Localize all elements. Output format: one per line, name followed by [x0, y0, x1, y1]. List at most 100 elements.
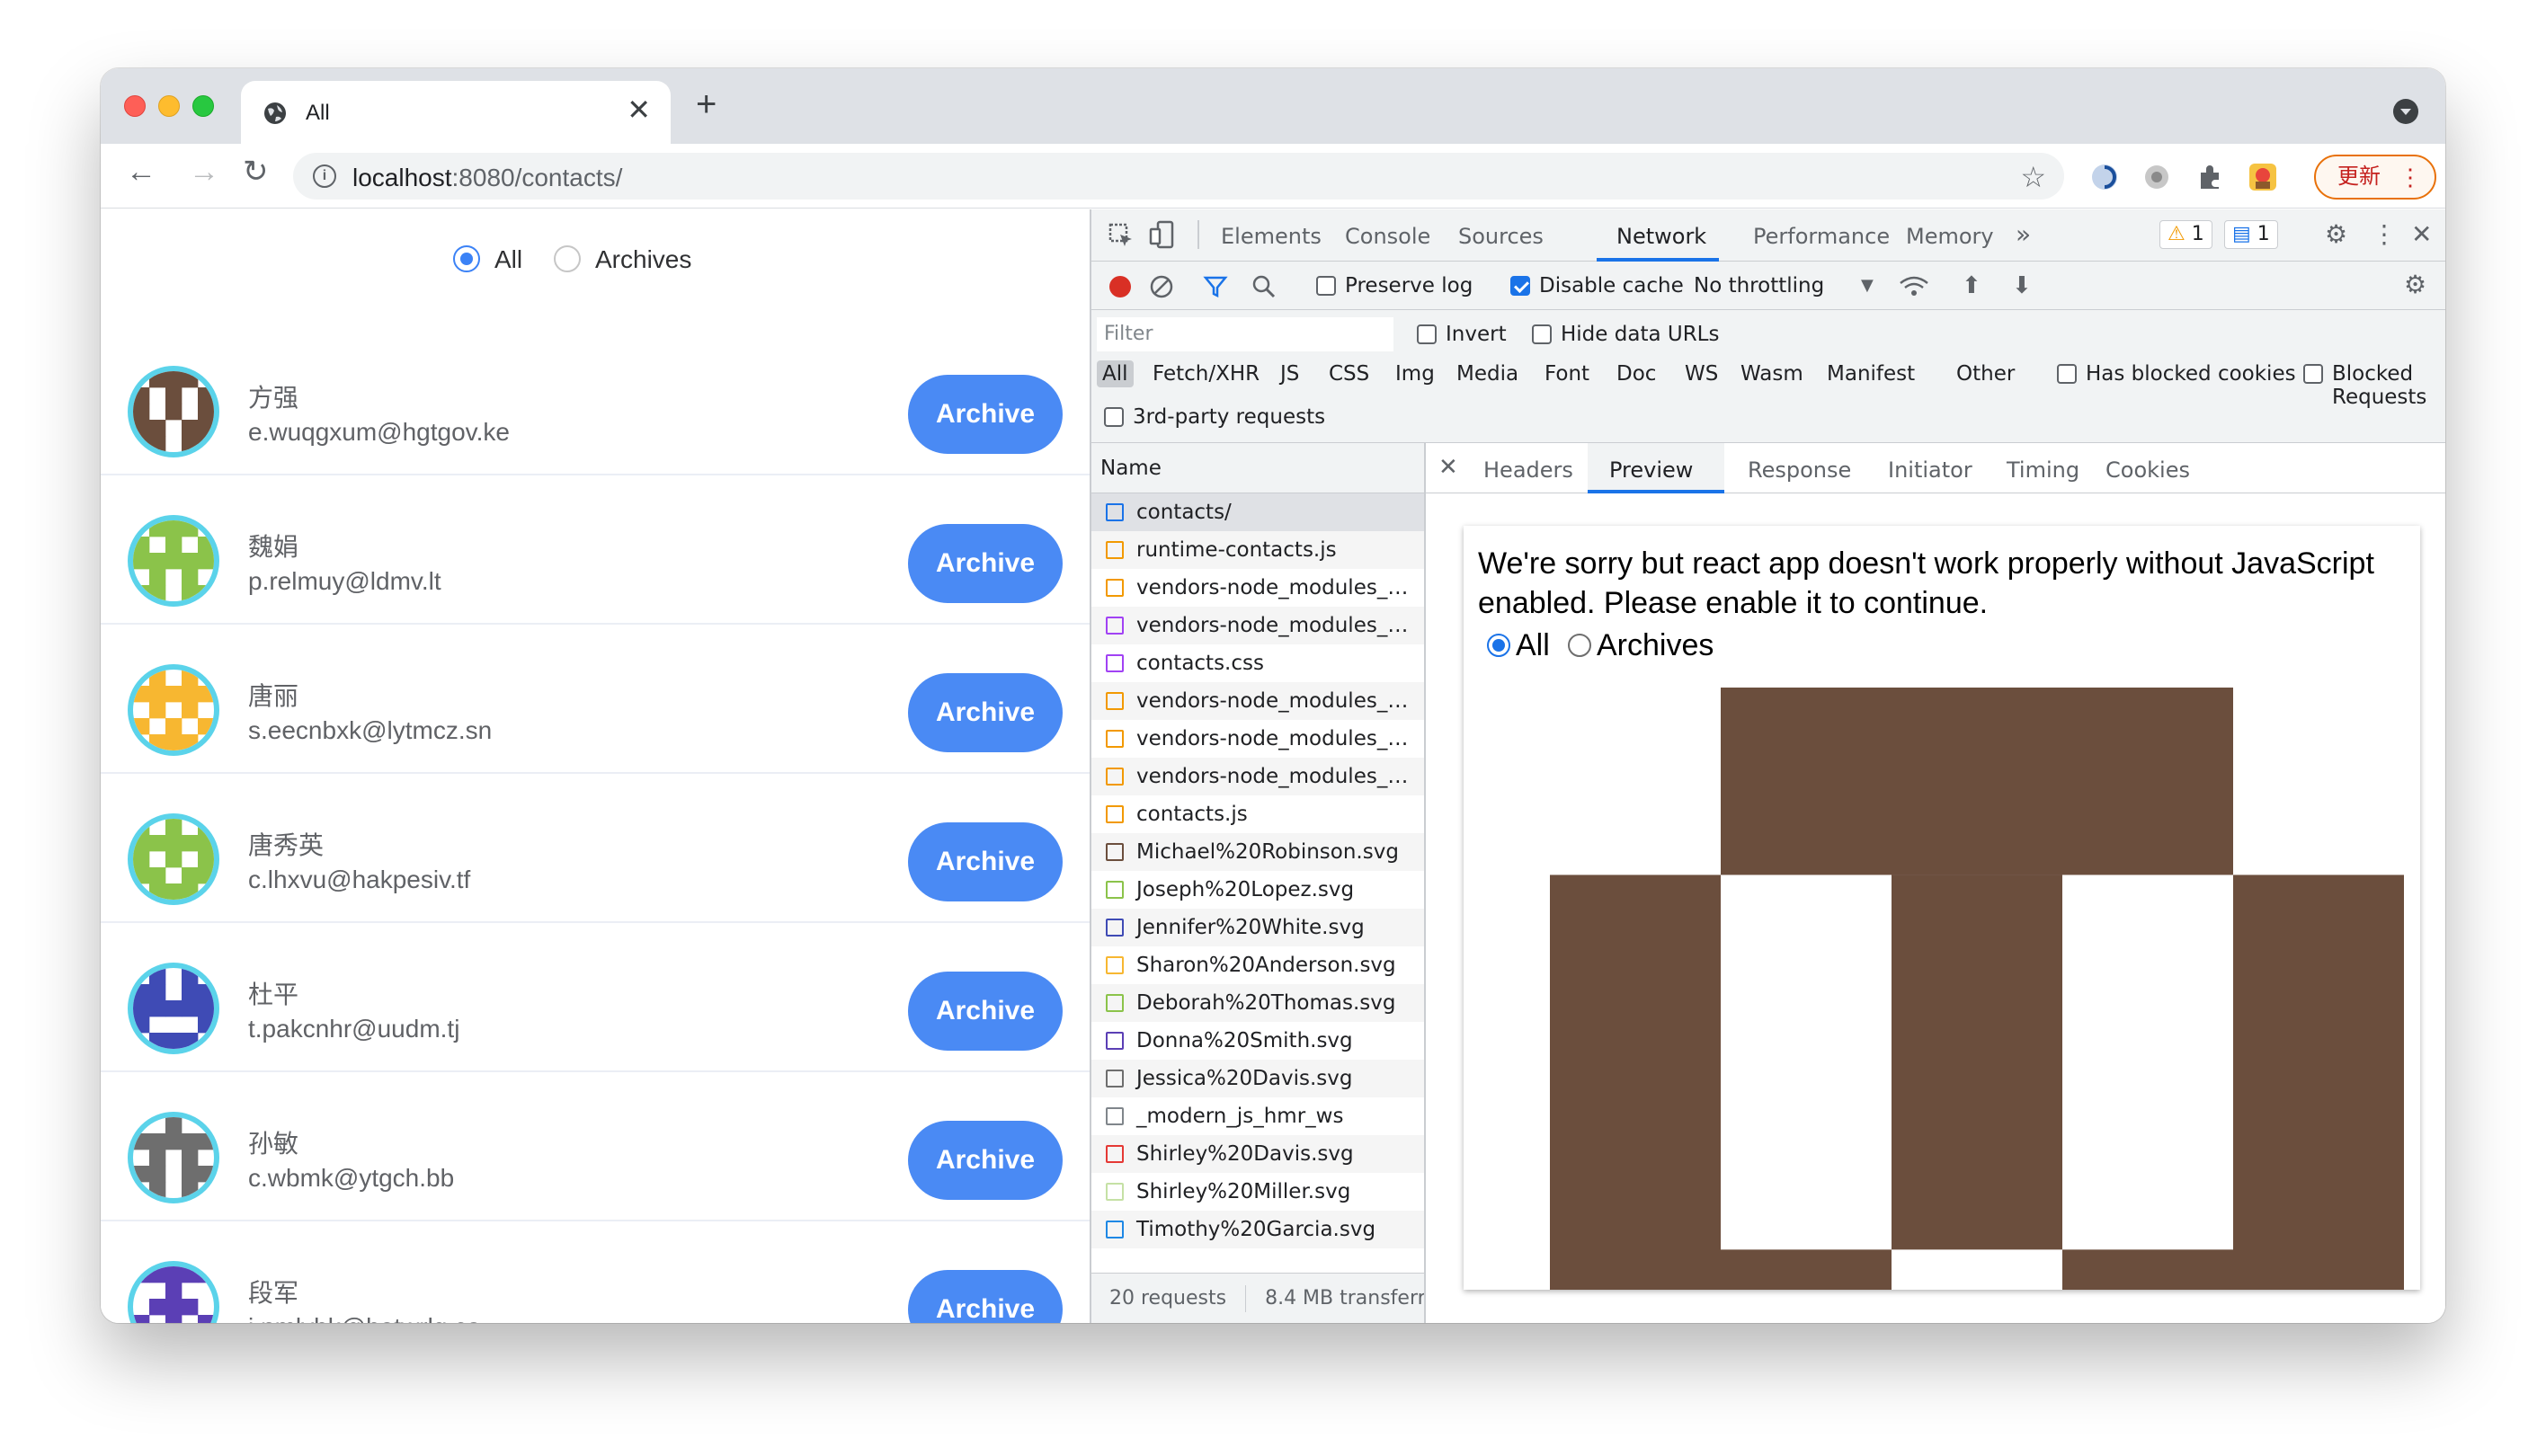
- tab-cookies[interactable]: Cookies: [2105, 457, 2190, 483]
- devtools-close-icon[interactable]: ✕: [2411, 222, 2432, 247]
- site-info-icon[interactable]: i: [313, 164, 336, 188]
- radio-all[interactable]: [453, 245, 480, 272]
- archive-button[interactable]: Archive: [908, 972, 1063, 1051]
- search-icon[interactable]: [1251, 274, 1277, 299]
- request-row[interactable]: Shirley%20Davis.svg: [1091, 1135, 1424, 1173]
- invert-label[interactable]: Invert: [1446, 323, 1507, 346]
- request-row[interactable]: Jessica%20Davis.svg: [1091, 1060, 1424, 1097]
- bookmark-star-icon[interactable]: ☆: [2020, 160, 2046, 194]
- blocked-requests-label[interactable]: Blocked Requests: [2332, 362, 2445, 409]
- tab-memory[interactable]: Memory: [1906, 224, 1994, 249]
- type-filter-manifest[interactable]: Manifest: [1827, 362, 1915, 386]
- request-row[interactable]: vendors-node_modules_…: [1091, 682, 1424, 720]
- request-row[interactable]: vendors-node_modules_…: [1091, 720, 1424, 758]
- hide-data-urls-checkbox[interactable]: [1532, 324, 1552, 344]
- blocked-requests-checkbox[interactable]: [2303, 364, 2323, 384]
- tab-network[interactable]: Network: [1616, 224, 1706, 249]
- type-filter-media[interactable]: Media: [1456, 362, 1518, 386]
- address-bar[interactable]: i localhost:8080/contacts/ ☆: [293, 153, 2064, 200]
- preserve-log-label[interactable]: Preserve log: [1345, 274, 1473, 297]
- type-filter-other[interactable]: Other: [1956, 362, 2015, 386]
- tab-performance[interactable]: Performance: [1753, 224, 1890, 249]
- request-row[interactable]: Joseph%20Lopez.svg: [1091, 871, 1424, 909]
- request-row[interactable]: Shirley%20Miller.svg: [1091, 1173, 1424, 1211]
- type-filter-font[interactable]: Font: [1545, 362, 1589, 386]
- tab-search-icon[interactable]: [2393, 99, 2418, 124]
- tab-console[interactable]: Console: [1345, 224, 1430, 249]
- filter-funnel-icon[interactable]: [1203, 274, 1228, 299]
- minimize-window-button[interactable]: [158, 95, 180, 117]
- archive-button[interactable]: Archive: [908, 673, 1063, 752]
- devtools-menu-icon[interactable]: ⋮: [2372, 222, 2397, 247]
- type-filter-js[interactable]: JS: [1280, 362, 1299, 386]
- third-party-label[interactable]: 3rd-party requests: [1133, 405, 1325, 429]
- name-column-header[interactable]: Name: [1091, 443, 1424, 493]
- radio-archives-label[interactable]: Archives: [595, 245, 691, 274]
- has-blocked-cookies-label[interactable]: Has blocked cookies: [2086, 362, 2296, 386]
- browser-tab-active[interactable]: All ✕: [241, 81, 671, 144]
- record-icon[interactable]: [1109, 276, 1131, 297]
- maximize-window-button[interactable]: [192, 95, 214, 117]
- inspect-element-icon[interactable]: [1108, 222, 1135, 249]
- archive-button[interactable]: Archive: [908, 1270, 1063, 1323]
- request-row[interactable]: vendors-node_modules_…: [1091, 758, 1424, 795]
- new-tab-button[interactable]: +: [696, 86, 717, 122]
- request-row[interactable]: Sharon%20Anderson.svg: [1091, 946, 1424, 984]
- archive-button[interactable]: Archive: [908, 375, 1063, 454]
- archive-button[interactable]: Archive: [908, 524, 1063, 603]
- request-row[interactable]: Jennifer%20White.svg: [1091, 909, 1424, 946]
- tab-headers[interactable]: Headers: [1483, 457, 1573, 483]
- tab-preview[interactable]: Preview: [1609, 457, 1693, 483]
- clear-log-icon[interactable]: [1149, 274, 1174, 299]
- preserve-log-checkbox[interactable]: [1316, 276, 1336, 296]
- forward-arrow-icon[interactable]: →: [189, 156, 219, 187]
- hide-data-urls-label[interactable]: Hide data URLs: [1561, 323, 1719, 346]
- export-har-icon[interactable]: ⬇: [2012, 272, 2032, 299]
- profile-avatar-icon[interactable]: [2248, 162, 2278, 192]
- request-row[interactable]: Donna%20Smith.svg: [1091, 1022, 1424, 1060]
- disable-cache-label[interactable]: Disable cache: [1539, 274, 1684, 297]
- close-tab-icon[interactable]: ✕: [627, 95, 651, 124]
- close-detail-icon[interactable]: ✕: [1438, 454, 1458, 481]
- request-row[interactable]: Deborah%20Thomas.svg: [1091, 984, 1424, 1022]
- has-blocked-cookies-checkbox[interactable]: [2057, 364, 2077, 384]
- network-settings-gear-icon[interactable]: ⚙: [2404, 272, 2426, 297]
- archive-button[interactable]: Archive: [908, 822, 1063, 901]
- radio-all-label[interactable]: All: [494, 245, 522, 274]
- reload-icon[interactable]: ↻: [243, 156, 269, 187]
- messages-badge[interactable]: ▤ 1: [2224, 220, 2278, 249]
- request-row[interactable]: contacts.js: [1091, 795, 1424, 833]
- radio-archives[interactable]: [554, 245, 581, 272]
- update-button[interactable]: 更新 ⋮: [2314, 155, 2436, 200]
- disable-cache-checkbox[interactable]: [1510, 276, 1530, 296]
- throttling-dropdown-icon[interactable]: ▼: [1861, 276, 1874, 295]
- request-row[interactable]: Timothy%20Garcia.svg: [1091, 1211, 1424, 1248]
- request-row[interactable]: _modern_js_hmr_ws: [1091, 1097, 1424, 1135]
- request-row[interactable]: vendors-node_modules_…: [1091, 569, 1424, 607]
- type-filter-wasm[interactable]: Wasm: [1740, 362, 1803, 386]
- type-filter-img[interactable]: Img: [1395, 362, 1435, 386]
- type-filter-fetch-xhr[interactable]: Fetch/XHR: [1153, 362, 1260, 386]
- type-filter-doc[interactable]: Doc: [1616, 362, 1656, 386]
- request-row[interactable]: contacts/: [1091, 493, 1424, 531]
- request-row[interactable]: contacts.css: [1091, 644, 1424, 682]
- extension-flower-icon[interactable]: [2141, 162, 2172, 192]
- third-party-checkbox[interactable]: [1104, 407, 1124, 427]
- more-tabs-icon[interactable]: »: [2016, 222, 2031, 247]
- request-row[interactable]: Michael%20Robinson.svg: [1091, 833, 1424, 871]
- tab-sources[interactable]: Sources: [1458, 224, 1544, 249]
- type-filter-all[interactable]: All: [1097, 360, 1134, 387]
- type-filter-css[interactable]: CSS: [1329, 362, 1369, 386]
- invert-checkbox[interactable]: [1417, 324, 1437, 344]
- tab-response[interactable]: Response: [1748, 457, 1851, 483]
- extension-loop-icon[interactable]: [2089, 162, 2120, 192]
- back-arrow-icon[interactable]: ←: [126, 156, 156, 187]
- archive-button[interactable]: Archive: [908, 1121, 1063, 1200]
- devtools-settings-gear-icon[interactable]: ⚙: [2325, 222, 2347, 247]
- tab-initiator[interactable]: Initiator: [1888, 457, 1972, 483]
- type-filter-ws[interactable]: WS: [1685, 362, 1718, 386]
- tab-elements[interactable]: Elements: [1221, 224, 1322, 249]
- close-window-button[interactable]: [124, 95, 146, 117]
- extensions-puzzle-icon[interactable]: [2195, 162, 2226, 192]
- device-toolbar-icon[interactable]: [1149, 220, 1176, 249]
